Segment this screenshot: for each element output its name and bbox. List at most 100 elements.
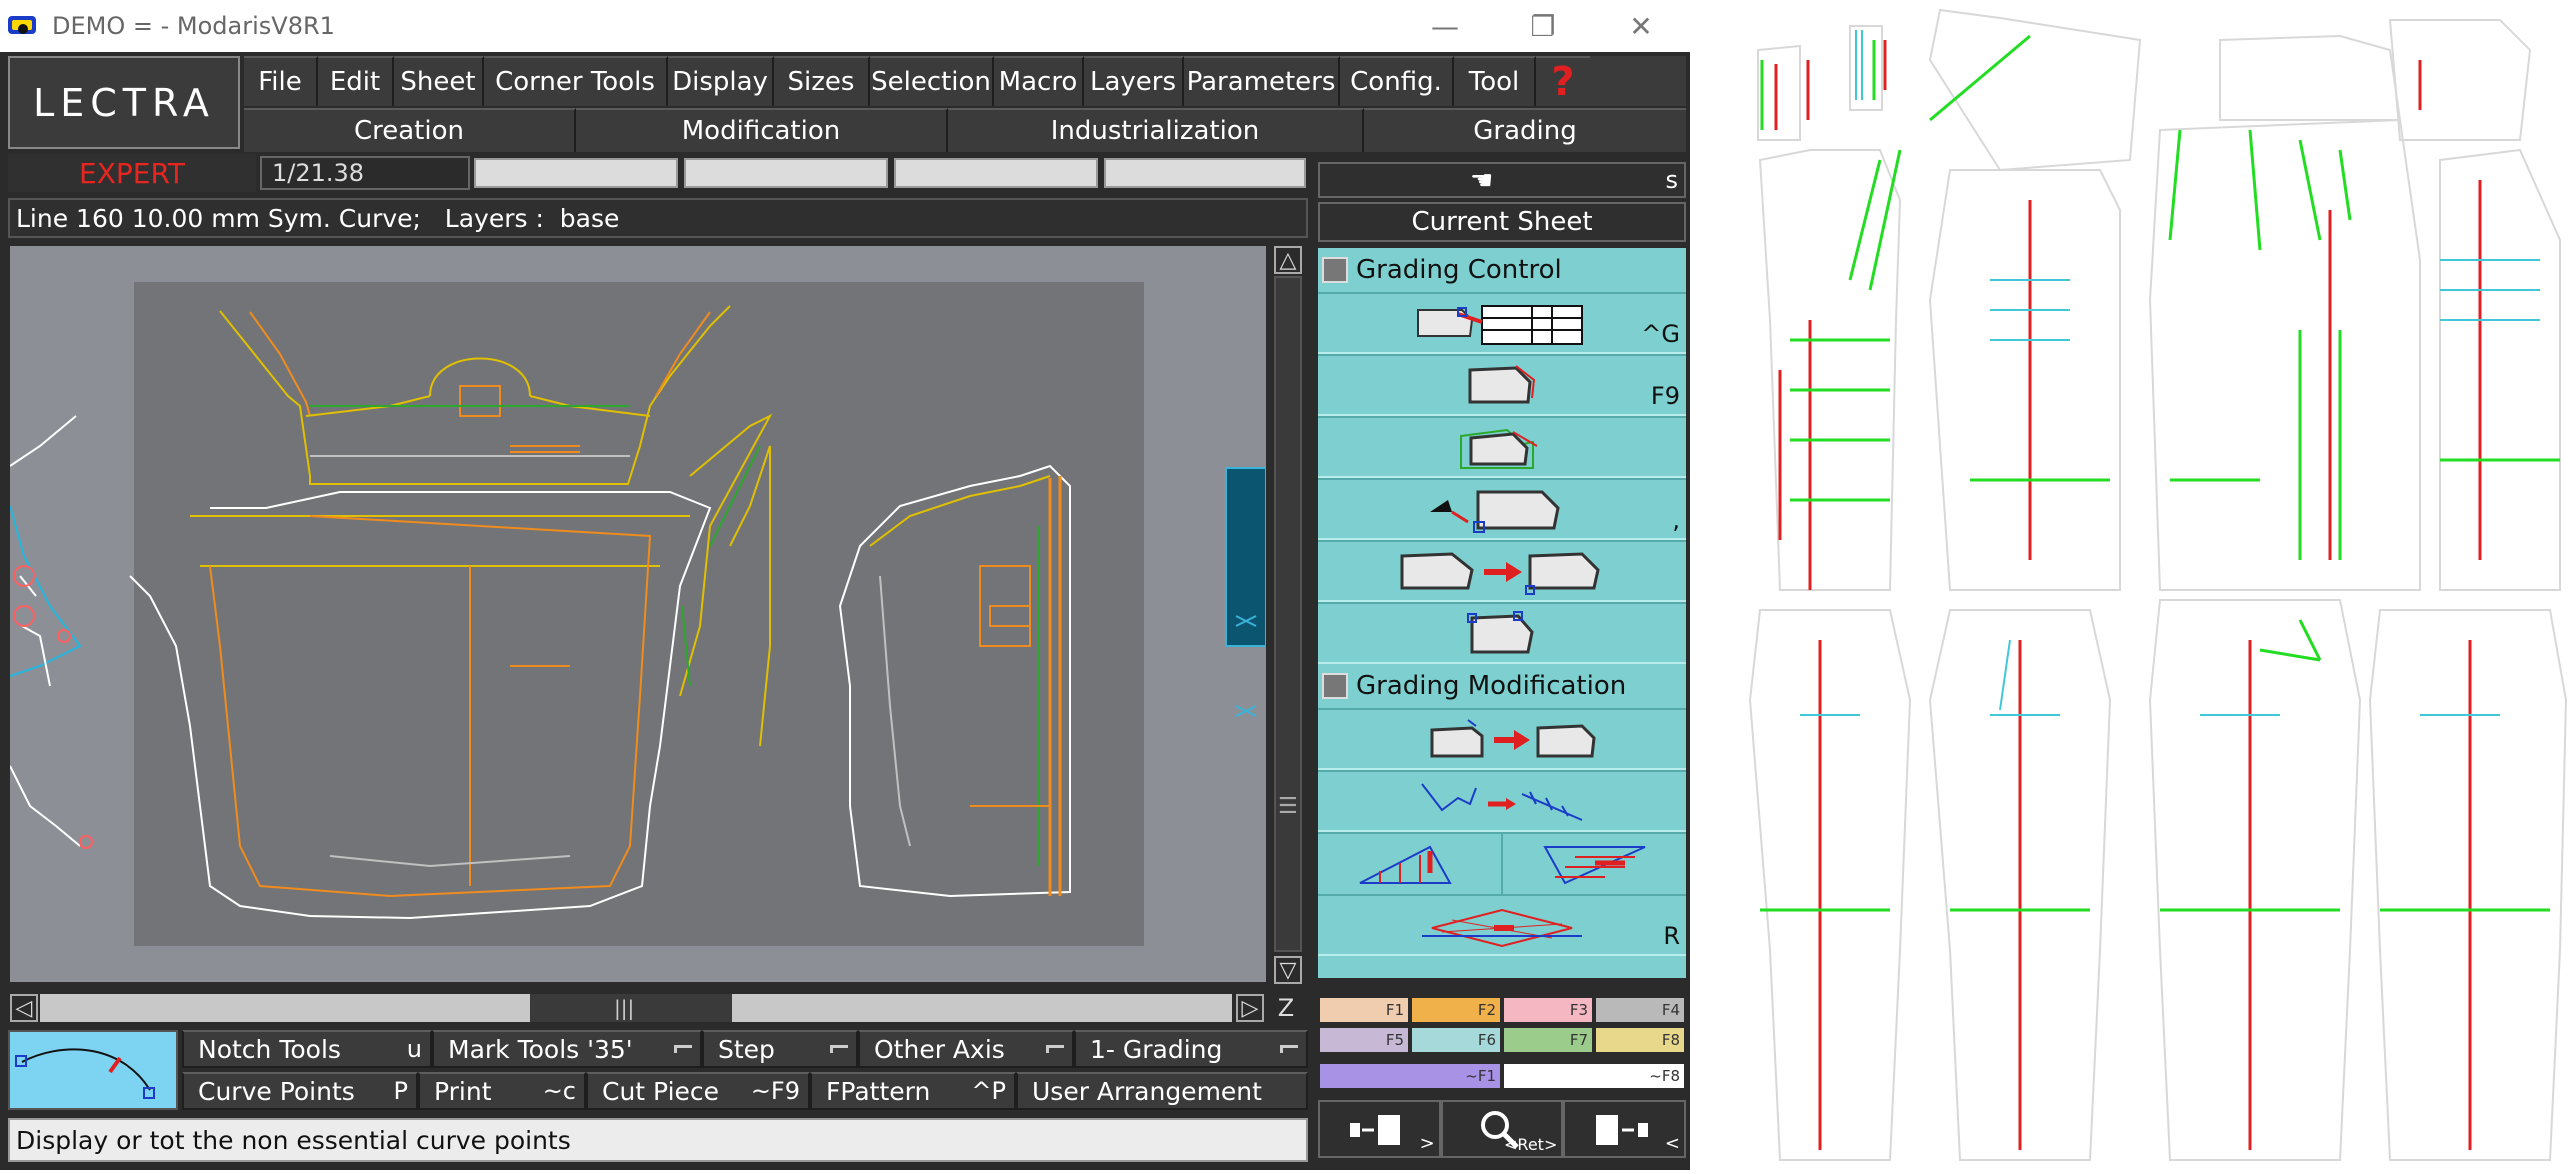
layer-key-shift-f1[interactable]: ~F1	[1318, 1062, 1502, 1090]
other-axis-label: Other Axis	[874, 1034, 1005, 1064]
piece-grading-tool[interactable]: F9	[1318, 354, 1686, 416]
user-arrangement-button[interactable]: User Arrangement	[1016, 1072, 1308, 1110]
menu-display[interactable]: Display	[668, 56, 774, 106]
panel-header[interactable]: ☚ s	[1318, 162, 1686, 198]
menu-corner-tools[interactable]: Corner Tools	[484, 56, 668, 106]
grading-control-section[interactable]: Grading Control	[1318, 248, 1686, 292]
curve-points-button[interactable]: Curve Points P	[182, 1072, 418, 1110]
next-sheet-button[interactable]: <	[1563, 1100, 1687, 1158]
menu-layers[interactable]: Layers	[1084, 56, 1184, 106]
piece-grading-shortcut: F9	[1650, 382, 1680, 410]
menu-edit[interactable]: Edit	[318, 56, 394, 106]
menu-macro[interactable]: Macro	[994, 56, 1084, 106]
step-button[interactable]: Step	[702, 1030, 858, 1068]
pattern-overview-sheet	[1700, 0, 2576, 1170]
menu-sizes[interactable]: Sizes	[774, 56, 870, 106]
side-body-piece[interactable]	[838, 464, 1071, 898]
menu-sheet[interactable]: Sheet	[394, 56, 484, 106]
layer-key-f1[interactable]: F1	[1318, 996, 1410, 1024]
layer-key-f6[interactable]: F6	[1410, 1026, 1502, 1054]
fpattern-shortcut: ^P	[971, 1077, 1006, 1105]
modify-grading-tool[interactable]	[1318, 708, 1686, 770]
line-grading-tool[interactable]	[1318, 770, 1686, 832]
overview-cyan-lines	[1800, 30, 2540, 716]
back-body-piece[interactable]	[129, 413, 773, 920]
grading-control-title: Grading Control	[1356, 255, 1562, 285]
proportional-grading-tool-left[interactable]	[1318, 834, 1503, 894]
mark-tools-button[interactable]: Mark Tools '35'	[432, 1030, 702, 1068]
layer-key-f2[interactable]: F2	[1410, 996, 1502, 1024]
work-canvas[interactable]	[10, 246, 1266, 982]
curve-points-label: Curve Points	[198, 1076, 355, 1106]
close-button[interactable]: ✕	[1592, 0, 1690, 52]
scroll-up-button[interactable]: △	[1274, 246, 1302, 274]
horizontal-scrollbar[interactable]: ◁ ||| ▷ Z	[10, 990, 1310, 1026]
menu-selection[interactable]: Selection	[870, 56, 994, 106]
other-axis-button[interactable]: Other Axis	[858, 1030, 1074, 1068]
line-grading-icon	[1421, 783, 1583, 821]
minimize-button[interactable]: —	[1396, 0, 1494, 52]
menu-parameters[interactable]: Parameters	[1184, 56, 1340, 106]
restore-button[interactable]: ❐	[1494, 0, 1592, 52]
previous-sheet-button[interactable]: >	[1318, 1100, 1441, 1158]
zoom-z-button[interactable]: Z	[1272, 994, 1300, 1022]
layer-key-f3[interactable]: F3	[1502, 996, 1594, 1024]
grading-modification-section[interactable]: Grading Modification	[1318, 664, 1686, 708]
empty-field-4[interactable]	[1104, 158, 1306, 188]
nest-grading-tool[interactable]	[1318, 416, 1686, 478]
layer-key-f5[interactable]: F5	[1318, 1026, 1410, 1054]
empty-field-1[interactable]	[474, 158, 678, 188]
grading-table-tool[interactable]: ^G	[1318, 292, 1686, 354]
fpattern-label: FPattern	[826, 1076, 931, 1106]
mode-bar: Creation Modification Industrialization …	[244, 108, 1686, 152]
vertical-scroll-grip: ☰	[1278, 794, 1298, 819]
print-button[interactable]: Print ~c	[418, 1072, 586, 1110]
mode-grading[interactable]: Grading	[1364, 108, 1686, 152]
grading-mode-button[interactable]: 1- Grading	[1074, 1030, 1308, 1068]
vertical-scrollbar[interactable]: △ ☰ ▽	[1270, 246, 1306, 984]
next-sheet-shortcut: <	[1664, 1133, 1681, 1154]
window-title: DEMO = - ModarisV8R1	[52, 12, 335, 40]
fpattern-button[interactable]: FPattern ^P	[810, 1072, 1016, 1110]
layer-key-f8[interactable]: F8	[1594, 1026, 1686, 1054]
scroll-right-button[interactable]: ▷	[1236, 994, 1264, 1022]
layer-color-keys-row-3: ~F1 ~F8	[1318, 1062, 1686, 1090]
grading-control-checkbox[interactable]	[1322, 257, 1348, 283]
mode-creation[interactable]: Creation	[244, 108, 576, 152]
pick-grading-tool[interactable]: ,	[1318, 478, 1686, 540]
scale-field[interactable]: 1/21.38	[260, 156, 470, 190]
yoke-piece[interactable]	[219, 305, 731, 485]
point-grading-tool[interactable]	[1318, 602, 1686, 664]
mark-tools-flag-icon	[674, 1045, 692, 1053]
current-sheet-button[interactable]: Current Sheet	[1318, 202, 1686, 242]
zoom-button[interactable]: <Ret>	[1440, 1100, 1564, 1158]
empty-field-3[interactable]	[894, 158, 1098, 188]
user-arrangement-label: User Arrangement	[1032, 1076, 1262, 1106]
previous-sheet-icon	[1350, 1115, 1401, 1145]
notch-tools-button[interactable]: Notch Tools u	[182, 1030, 432, 1068]
curve-tool-icon[interactable]	[8, 1030, 178, 1110]
menu-file[interactable]: File	[244, 56, 318, 106]
menu-tool[interactable]: Tool	[1454, 56, 1536, 106]
cut-piece-button[interactable]: Cut Piece ~F9	[586, 1072, 810, 1110]
pattern-overview-drawing	[1748, 8, 2568, 1161]
mode-industrialization[interactable]: Industrialization	[948, 108, 1364, 152]
scroll-left-button[interactable]: ◁	[10, 994, 38, 1022]
mode-modification[interactable]: Modification	[576, 108, 948, 152]
menu-config[interactable]: Config.	[1340, 56, 1454, 106]
vertical-scroll-thumb[interactable]	[1274, 276, 1302, 952]
left-partial-piece[interactable]	[10, 415, 93, 849]
help-icon[interactable]: ?	[1536, 56, 1590, 106]
copy-grading-tool[interactable]	[1318, 540, 1686, 602]
layer-key-f7[interactable]: F7	[1502, 1026, 1594, 1054]
plane-grading-tool[interactable]: R	[1318, 894, 1686, 956]
empty-field-2[interactable]	[684, 158, 888, 188]
layer-key-shift-f8[interactable]: ~F8	[1502, 1062, 1686, 1090]
scroll-down-button[interactable]: ▽	[1274, 956, 1302, 984]
grading-modification-checkbox[interactable]	[1322, 673, 1348, 699]
layer-color-keys-row-2: F5 F6 F7 F8	[1318, 1026, 1686, 1054]
teal-selected-piece[interactable]	[1225, 467, 1266, 647]
grading-hand-icon: ☚	[1470, 166, 1494, 196]
layer-key-f4[interactable]: F4	[1594, 996, 1686, 1024]
proportional-grading-tool-right[interactable]	[1503, 834, 1686, 894]
